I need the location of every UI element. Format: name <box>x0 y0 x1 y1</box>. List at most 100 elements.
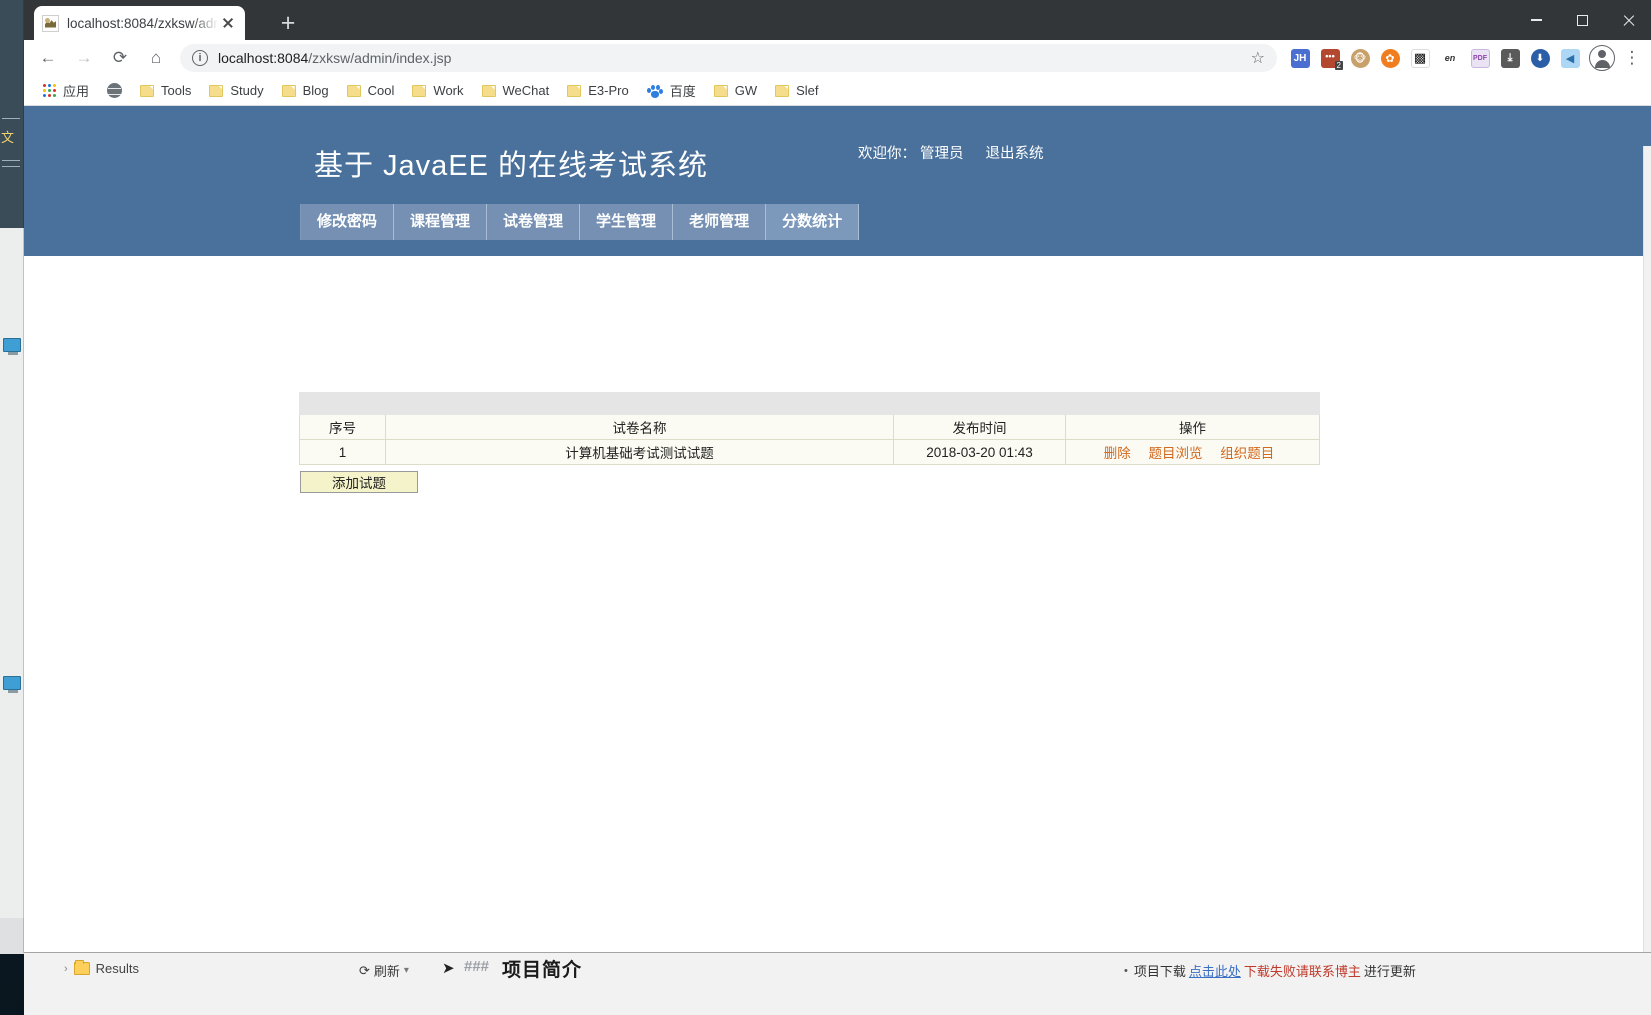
close-icon[interactable] <box>219 14 237 32</box>
pdf-extension-icon[interactable]: PDF <box>1467 45 1493 71</box>
tab-strip: localhost:8084/zxksw/admin/inde + <box>24 0 1651 40</box>
refresh-icon: ⟳ <box>359 962 370 978</box>
tab-title: localhost:8084/zxksw/admin/inde <box>67 15 219 31</box>
url-host: localhost:8084 <box>218 50 309 66</box>
forward-icon: → <box>75 48 93 67</box>
page-content: 序号 试卷名称 发布时间 操作 1 计算机基础考试测试试题 2018-03-20… <box>24 256 1651 952</box>
folder-icon <box>281 84 296 97</box>
bookmark-globe[interactable] <box>98 79 131 103</box>
qrcode-extension-icon[interactable]: ▩ <box>1407 45 1433 71</box>
baidu-paw-icon <box>646 84 663 98</box>
address-bar-url: localhost:8084/zxksw/admin/index.jsp <box>218 50 451 66</box>
bookmark-label: 百度 <box>669 84 696 99</box>
chat-extension-icon[interactable]: ••• 2 <box>1317 45 1343 71</box>
globe-icon <box>107 83 123 98</box>
bookmark-label: Tools <box>161 83 192 98</box>
notice-suffix: 进行更新 <box>1363 964 1416 979</box>
tab-score-statistics[interactable]: 分数统计 <box>766 204 860 240</box>
bookmark-label: Blog <box>302 83 329 98</box>
close-window-button[interactable] <box>1605 0 1651 40</box>
notice-link[interactable]: 点击此处 <box>1189 961 1241 980</box>
background-window[interactable]: › Results ⟳ 刷新 ▾ ➤ ### 项目简介 • 项目下载 点击此处 … <box>24 952 1651 1015</box>
bookmark-baidu[interactable]: 百度 <box>638 79 705 103</box>
web-page: 基于 JavaEE 的在线考试系统 欢迎你： 管理员 退出系统 修改密码 课程管… <box>24 106 1651 952</box>
tab-teacher-management[interactable]: 老师管理 <box>673 204 767 240</box>
new-tab-button[interactable]: + <box>274 10 302 38</box>
folder-icon <box>412 84 427 97</box>
column-header-index: 序号 <box>299 414 386 440</box>
monkey-extension-icon[interactable]: 🐵 <box>1347 45 1373 71</box>
browser-toolbar: ← → ⟳ ⌂ i localhost:8084/zxksw/admin/ind… <box>24 40 1651 76</box>
apps-shortcut[interactable]: 应用 <box>34 79 98 103</box>
site-header: 基于 JavaEE 的在线考试系统 欢迎你： 管理员 退出系统 修改密码 课程管… <box>24 106 1651 256</box>
behind-window-shade <box>0 918 24 954</box>
background-refresh-button[interactable]: ⟳ 刷新 ▾ <box>359 961 409 980</box>
bookmark-study[interactable]: Study <box>200 79 272 103</box>
window-controls <box>1513 0 1651 40</box>
maximize-button[interactable] <box>1559 0 1605 40</box>
chevron-right-icon: › <box>64 962 68 975</box>
download-extension-icon[interactable]: ⤓ <box>1497 45 1523 71</box>
bookmark-slef[interactable]: Slef <box>766 79 827 103</box>
cell-index: 1 <box>299 439 386 465</box>
tab-paper-management[interactable]: 试卷管理 <box>487 204 581 240</box>
add-question-button[interactable]: 添加试题 <box>300 471 418 493</box>
bullet-icon: • <box>1124 964 1128 977</box>
bookmark-gw[interactable]: GW <box>705 79 766 103</box>
background-explorer-item[interactable]: › Results <box>64 960 139 976</box>
page-favicon <box>42 14 59 32</box>
bookmark-star-icon[interactable]: ☆ <box>1251 48 1265 68</box>
bookmark-work[interactable]: Work <box>403 79 472 103</box>
back-icon[interactable]: ← <box>33 43 63 73</box>
reload-icon[interactable]: ⟳ <box>105 43 135 73</box>
apps-grid-icon <box>43 84 56 97</box>
page-right-edge <box>1643 146 1651 952</box>
browse-questions-link[interactable]: 题目浏览 <box>1149 446 1203 461</box>
tab-course-management[interactable]: 课程管理 <box>394 204 488 240</box>
cell-paper-name: 计算机基础考试测试试题 <box>385 439 894 465</box>
page-info-icon[interactable]: i <box>192 50 208 66</box>
bookmarks-bar: 应用 Tools Study Blog Cool Work WeChat E3-… <box>24 76 1651 106</box>
apps-label: 应用 <box>63 84 90 99</box>
lifebuoy-extension-icon[interactable]: ✿ <box>1377 45 1403 71</box>
minimize-button[interactable] <box>1513 0 1559 40</box>
logout-link[interactable]: 退出系统 <box>986 142 1044 163</box>
welcome-box: 欢迎你： 管理员 退出系统 <box>858 142 1044 163</box>
bookmark-blog[interactable]: Blog <box>273 79 338 103</box>
tab-change-password[interactable]: 修改密码 <box>301 204 395 240</box>
tab-student-management[interactable]: 学生管理 <box>580 204 674 240</box>
paper-list-table: 序号 试卷名称 发布时间 操作 1 计算机基础考试测试试题 2018-03-20… <box>299 392 1320 465</box>
bookmark-wechat[interactable]: WeChat <box>473 79 559 103</box>
cursor-icon: ➤ <box>442 960 455 977</box>
notice-prefix: 项目下载 <box>1133 964 1186 979</box>
column-header-actions: 操作 <box>1065 414 1320 440</box>
home-icon[interactable]: ⌂ <box>141 43 171 73</box>
welcome-text: 欢迎你： 管理员 <box>858 146 964 162</box>
folder-icon <box>346 84 361 97</box>
page-title: 基于 JavaEE 的在线考试系统 <box>314 150 709 182</box>
browser-tab[interactable]: localhost:8084/zxksw/admin/inde <box>34 6 245 40</box>
bookmark-label: Work <box>433 83 464 98</box>
organize-questions-link[interactable]: 组织题目 <box>1220 446 1274 461</box>
bookmark-tools[interactable]: Tools <box>131 79 200 103</box>
table-row: 1 计算机基础考试测试试题 2018-03-20 01:43 删除 题目浏览 组… <box>299 439 1320 465</box>
bookmark-label: Cool <box>367 83 395 98</box>
url-path: /zxksw/admin/index.jsp <box>308 50 452 66</box>
address-bar[interactable]: i localhost:8084/zxksw/admin/index.jsp ☆ <box>180 44 1277 72</box>
bookmark-label: Study <box>230 83 264 98</box>
column-header-name: 试卷名称 <box>385 414 894 440</box>
delete-link[interactable]: 删除 <box>1104 446 1131 461</box>
jh-extension-icon[interactable]: JH <box>1287 45 1313 71</box>
bird-extension-icon[interactable]: ◀ <box>1557 45 1583 71</box>
bookmark-cool[interactable]: Cool <box>338 79 404 103</box>
cell-actions: 删除 题目浏览 组织题目 <box>1065 439 1320 465</box>
profile-avatar[interactable] <box>1589 45 1615 71</box>
folder-icon <box>481 84 496 97</box>
translate-extension-icon[interactable]: en <box>1437 45 1463 71</box>
chrome-menu-icon[interactable]: ⋮ <box>1619 48 1645 68</box>
background-heading: 项目简介 <box>502 960 583 981</box>
bookmark-label: E3-Pro <box>588 83 629 98</box>
downloader-extension-icon[interactable]: ⬇ <box>1527 45 1553 71</box>
table-toolbar-row <box>299 392 1320 415</box>
bookmark-e3pro[interactable]: E3-Pro <box>558 79 637 103</box>
